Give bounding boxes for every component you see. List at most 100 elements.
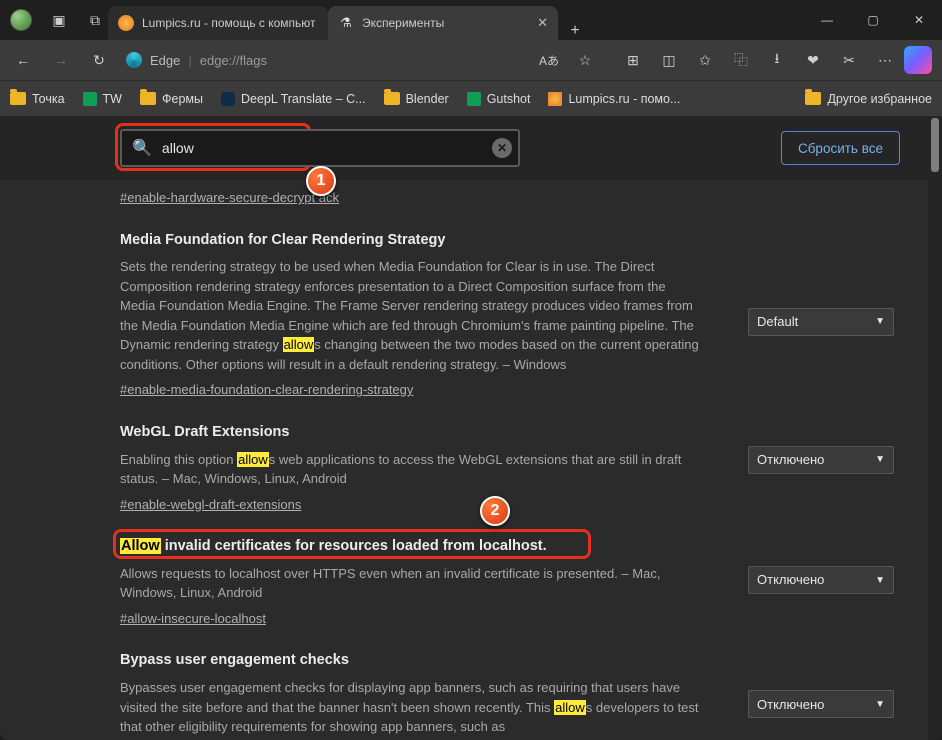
flag-title: WebGL Draft Extensions <box>120 422 704 444</box>
extensions-button[interactable]: ⊞ <box>616 44 650 76</box>
favorites-button[interactable]: ✩ <box>688 44 722 76</box>
window-controls: — ▢ ✕ <box>804 0 942 40</box>
flag-state-dropdown[interactable]: Отключено ▼ <box>748 446 894 474</box>
search-icon: 🔍 <box>132 138 152 158</box>
address-bar[interactable]: Edge | edge://flags <box>120 45 420 75</box>
profile-avatar[interactable] <box>10 9 32 31</box>
flag-anchor-link[interactable]: #enable-hardware-secure-decrypt ack <box>120 190 339 205</box>
maximize-button[interactable]: ▢ <box>850 0 896 40</box>
flags-search-input-box[interactable]: 🔍 <box>120 129 520 167</box>
flag-bypass-engagement: Bypass user engagement checks Bypasses u… <box>120 650 894 736</box>
dropdown-value: Отключено <box>757 450 824 470</box>
minimize-button[interactable]: — <box>804 0 850 40</box>
bookmark-label: Blender <box>406 92 449 106</box>
flag-media-foundation: Media Foundation for Clear Rendering Str… <box>120 230 894 400</box>
collections-button[interactable]: ⿻ <box>724 44 758 76</box>
tab-strip: Lumpics.ru - помощь с компьют ⚗ Эксперим… <box>108 0 804 40</box>
tab-label: Эксперименты <box>362 16 529 30</box>
bookmark-tochka[interactable]: Точка <box>10 92 65 106</box>
refresh-button[interactable]: ↻ <box>82 44 116 76</box>
deepl-icon <box>221 92 235 106</box>
flag-allow-insecure-localhost: Allow invalid certificates for resources… <box>120 536 894 628</box>
bookmark-label: Точка <box>32 92 65 106</box>
dropdown-value: Отключено <box>757 570 824 590</box>
tab-experiments[interactable]: ⚗ Эксперименты ✕ <box>328 6 558 40</box>
flag-description: Allows requests to localhost over HTTPS … <box>120 564 704 603</box>
flag-state-dropdown[interactable]: Default ▼ <box>748 308 894 336</box>
new-tab-button[interactable]: + <box>558 22 592 40</box>
tab-actions-icon[interactable]: ⧉ <box>86 12 104 29</box>
flag-title: Media Foundation for Clear Rendering Str… <box>120 230 704 252</box>
search-highlight: allow <box>237 452 269 467</box>
bookmark-fermy[interactable]: Фермы <box>140 92 203 106</box>
bookmark-other[interactable]: Другое избранное <box>805 92 932 106</box>
sheets-icon <box>83 92 97 106</box>
flask-icon: ⚗ <box>338 15 354 31</box>
reset-all-button[interactable]: Сбросить все <box>781 131 900 165</box>
title-text: invalid certificates for resources loade… <box>161 538 547 554</box>
screenshot-button[interactable]: ✂ <box>832 44 866 76</box>
performance-button[interactable]: ❤ <box>796 44 830 76</box>
addr-edge-label: Edge <box>150 53 180 68</box>
lumpics-favicon <box>548 92 562 106</box>
flag-anchor-link[interactable]: #allow-insecure-localhost <box>120 609 266 629</box>
bookmark-label: Gutshot <box>487 92 531 106</box>
annotation-badge-1: 1 <box>306 166 336 196</box>
search-highlight: allow <box>283 337 315 352</box>
workspaces-icon[interactable]: ▣ <box>50 12 68 29</box>
split-screen-button[interactable]: ◫ <box>652 44 686 76</box>
edge-logo-icon <box>126 52 142 68</box>
addr-separator: | <box>188 53 191 68</box>
toolbar-right: Aあ ☆ ⊞ ◫ ✩ ⿻ ⭳ ❤ ✂ ⋯ <box>532 44 936 76</box>
search-highlight: Allow <box>120 538 161 554</box>
flag-state-dropdown[interactable]: Отключено▼ <box>748 690 894 718</box>
tab-lumpics[interactable]: Lumpics.ru - помощь с компьют <box>108 6 328 40</box>
bookmark-lumpics[interactable]: Lumpics.ru - помо... <box>548 92 680 106</box>
toolbar: ← → ↻ Edge | edge://flags Aあ ☆ ⊞ ◫ ✩ ⿻ ⭳… <box>0 40 942 80</box>
close-button[interactable]: ✕ <box>896 0 942 40</box>
vertical-scrollbar[interactable] <box>928 116 942 740</box>
folder-icon <box>384 92 400 105</box>
downloads-button[interactable]: ⭳ <box>760 44 794 76</box>
flags-search-input[interactable] <box>162 140 482 156</box>
bookmark-label: Фермы <box>162 92 203 106</box>
forward-button: → <box>44 44 78 76</box>
bookmark-gutshot[interactable]: Gutshot <box>467 92 531 106</box>
scroll-thumb[interactable] <box>931 118 939 172</box>
lumpics-favicon <box>118 15 134 31</box>
dropdown-value: Default <box>757 312 798 332</box>
more-button[interactable]: ⋯ <box>868 44 902 76</box>
flag-description: Bypasses user engagement checks for disp… <box>120 678 704 737</box>
chevron-down-icon: ▼ <box>875 452 885 467</box>
bookmark-deepl[interactable]: DeepL Translate – C... <box>221 92 366 106</box>
bookmark-label: DeepL Translate – C... <box>241 92 366 106</box>
flag-description: Sets the rendering strategy to be used w… <box>120 257 704 374</box>
dropdown-value: Отключено <box>757 695 824 715</box>
browser-window: ▣ ⧉ Lumpics.ru - помощь с компьют ⚗ Эксп… <box>0 0 942 740</box>
tab-close-icon[interactable]: ✕ <box>537 15 548 31</box>
back-button[interactable]: ← <box>6 44 40 76</box>
clear-search-button[interactable]: ✕ <box>492 138 512 158</box>
tab-label: Lumpics.ru - помощь с компьют <box>142 16 318 30</box>
bookmark-label: Другое избранное <box>827 92 932 106</box>
chevron-down-icon: ▼ <box>875 314 885 329</box>
read-aloud-button[interactable]: Aあ <box>532 44 566 76</box>
favorite-star-button[interactable]: ☆ <box>568 44 602 76</box>
bookmarks-bar: Точка TW Фермы DeepL Translate – C... Bl… <box>0 80 942 116</box>
bookmark-tw[interactable]: TW <box>83 92 122 106</box>
page-content-wrap: 🔍 ✕ Сбросить все #enable-hardware-secure… <box>0 116 942 740</box>
folder-icon <box>140 92 156 105</box>
flag-anchor-link[interactable]: #enable-media-foundation-clear-rendering… <box>120 380 413 400</box>
bookmark-label: TW <box>103 92 122 106</box>
folder-icon <box>10 92 26 105</box>
sheets-icon <box>467 92 481 106</box>
flag-webgl-draft: WebGL Draft Extensions Enabling this opt… <box>120 422 894 514</box>
flag-anchor-link[interactable]: #enable-webgl-draft-extensions <box>120 495 301 515</box>
bookmark-blender[interactable]: Blender <box>384 92 449 106</box>
titlebar-left: ▣ ⧉ <box>0 0 108 40</box>
copilot-button[interactable] <box>904 46 932 74</box>
addr-url: edge://flags <box>200 53 267 68</box>
titlebar: ▣ ⧉ Lumpics.ru - помощь с компьют ⚗ Эксп… <box>0 0 942 40</box>
folder-icon <box>805 92 821 105</box>
flag-state-dropdown[interactable]: Отключено▼ <box>748 566 894 594</box>
